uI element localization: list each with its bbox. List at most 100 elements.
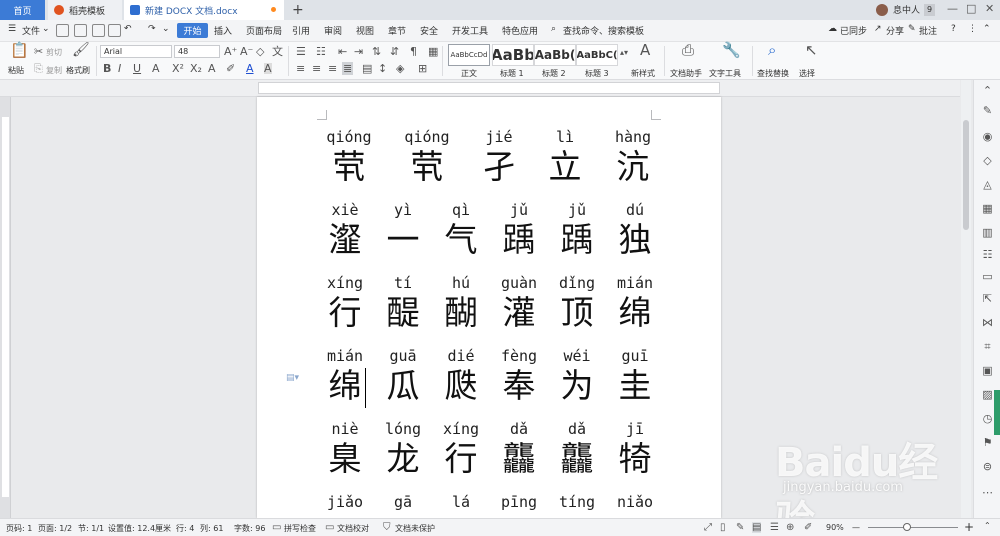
flag-icon[interactable]: ⚑ [981, 436, 994, 449]
text-effect-icon[interactable]: A [208, 63, 216, 74]
hide-icon[interactable]: ⊜ [981, 460, 994, 473]
spell-check-button[interactable]: 拼写检查 [284, 523, 316, 534]
pinyin-guide-icon[interactable]: 文 [272, 46, 283, 57]
file-dropdown-icon[interactable]: ⌄ [42, 24, 50, 34]
increase-indent-icon[interactable]: ⇥ [354, 46, 363, 57]
tab-document[interactable]: 新建 DOCX 文档.docx [124, 0, 284, 20]
close-button[interactable]: ✕ [985, 2, 994, 15]
undo-icon[interactable]: ↶ [124, 24, 132, 34]
shrink-font-icon[interactable]: A⁻ [240, 46, 253, 57]
menu-page-layout[interactable]: 页面布局 [246, 24, 282, 37]
menu-security[interactable]: 安全 [420, 24, 438, 37]
doc-proof-button[interactable]: 文档校对 [337, 523, 369, 534]
fullscreen-icon[interactable]: ⤢ [704, 522, 712, 533]
new-style-button[interactable]: 新样式 [631, 68, 655, 79]
horizontal-ruler[interactable] [0, 80, 960, 97]
more-icon[interactable]: ⋮ [968, 24, 977, 34]
menu-developer[interactable]: 开发工具 [452, 24, 488, 37]
scroll-thumb[interactable] [963, 120, 969, 230]
collapse-ribbon-icon[interactable]: ⌃ [983, 24, 991, 34]
format-painter-button[interactable]: 格式刷 [66, 65, 90, 76]
font-size-select[interactable]: 48 [174, 45, 220, 58]
pinyin-cell[interactable]: wéi 为 [547, 346, 607, 406]
style-normal[interactable]: AaBbCcDd [448, 44, 490, 66]
user-account[interactable]: 息中人 [876, 3, 920, 16]
grow-font-icon[interactable]: A⁺ [224, 46, 237, 57]
open-folder-icon[interactable] [74, 24, 87, 37]
pinyin-cell[interactable]: dǎ 龘 [489, 419, 549, 479]
status-line[interactable]: 行: 4 [176, 523, 194, 534]
pinyin-cell[interactable]: jǔ 踽 [547, 200, 607, 260]
doc-helper-icon[interactable]: ⎙ [682, 43, 694, 58]
shield-icon[interactable]: ⛉ [383, 522, 391, 533]
sidebar-more-icon[interactable]: ⋯ [981, 486, 994, 499]
document-icon[interactable]: ▭ [981, 270, 994, 283]
document-page[interactable]: qióng 茕 qióng 茕 jié 孑 lì 立 hàng 沆 xiè 瀣 yì 一 qì 气 jǔ 踽 jǔ 踽… [257, 97, 721, 518]
pinyin-cell[interactable]: yì 一 [373, 200, 433, 260]
new-tab-button[interactable]: + [292, 2, 304, 18]
quick-access-dropdown-icon[interactable]: ⌄ [162, 24, 170, 34]
pinyin-cell[interactable]: qióng 茕 [319, 127, 379, 187]
pinyin-cell[interactable]: xiè 瀣 [315, 200, 375, 260]
find-replace-button[interactable]: 查找替换 [757, 68, 789, 79]
vertical-ruler[interactable] [0, 97, 11, 518]
line-spacing-icon[interactable]: ↕ [378, 63, 387, 74]
select-cursor-icon[interactable]: ↖ [805, 43, 818, 58]
sidebar-collapse-icon[interactable]: ⌃ [981, 84, 994, 97]
clear-format-icon[interactable]: ◇ [256, 46, 264, 57]
table-border-icon[interactable]: ▦ [428, 46, 438, 57]
menu-file[interactable]: 文件 [22, 24, 40, 37]
status-page-num[interactable]: 页码: 1 [6, 523, 32, 534]
chinese-layout-icon[interactable]: ⇅ [372, 46, 381, 57]
tab-home[interactable]: 首页 [0, 0, 45, 20]
char-shading-icon[interactable]: A [264, 63, 272, 74]
tab-template[interactable]: 稻壳模板 [48, 0, 122, 20]
text-tools-button[interactable]: 文字工具 [709, 68, 741, 79]
read-mode-icon[interactable]: ▯ [720, 522, 726, 533]
text-tools-icon[interactable]: 🔧 [722, 43, 741, 58]
copy-icon[interactable]: ⎘ [34, 63, 43, 74]
web-view-icon[interactable]: ⊕ [786, 522, 794, 533]
preview-icon[interactable] [108, 24, 121, 37]
cut-button[interactable]: 剪切 [46, 47, 62, 58]
maximize-button[interactable]: □ [966, 2, 976, 15]
sidebar-extension-tab[interactable] [994, 390, 1000, 435]
pinyin-cell[interactable]: xíng 行 [431, 419, 491, 479]
find-replace-icon[interactable]: ⌕ [768, 43, 776, 58]
menu-special[interactable]: 特色应用 [502, 24, 538, 37]
style-heading2[interactable]: AaBb( [534, 44, 576, 66]
new-style-icon[interactable]: A [640, 43, 650, 58]
pinyin-cell[interactable]: hú 醐 [431, 273, 491, 333]
new-file-icon[interactable] [56, 24, 69, 37]
zoom-slider[interactable] [868, 527, 958, 528]
pinyin-cell[interactable]: tí 醍 [373, 273, 433, 333]
status-column[interactable]: 列: 61 [200, 523, 223, 534]
justify-icon[interactable]: ≣ [342, 62, 354, 75]
minimize-button[interactable]: — [947, 2, 958, 15]
shapes-icon[interactable]: ◇ [981, 154, 994, 167]
pinyin-cell[interactable]: dǎ 龘 [547, 419, 607, 479]
style-heading1[interactable]: AaBb [492, 44, 534, 66]
styles-scroll-icon[interactable]: ▴▾ [620, 47, 628, 58]
pinyin-cell[interactable]: jǔ 踽 [489, 200, 549, 260]
pinyin-cell[interactable]: jī 犄 [605, 419, 665, 479]
menu-review[interactable]: 审阅 [324, 24, 342, 37]
italic-icon[interactable]: I [118, 63, 121, 74]
menu-insert[interactable]: 插入 [214, 24, 232, 37]
menu-references[interactable]: 引用 [292, 24, 310, 37]
doc-proof-icon[interactable]: ▭ [325, 522, 334, 533]
pinyin-cell[interactable]: guī 圭 [605, 346, 665, 406]
superscript-icon[interactable]: X² [172, 63, 184, 74]
pinyin-cell[interactable]: lì 立 [535, 127, 595, 187]
pinyin-cell[interactable]: qióng 茕 [397, 127, 457, 187]
edit-mode-icon[interactable]: ✎ [736, 522, 744, 533]
frame-icon[interactable]: ▣ [981, 364, 994, 377]
comment-icon[interactable]: ✎ [908, 24, 916, 34]
show-marks-icon[interactable]: ¶ [410, 46, 417, 57]
page-view-icon[interactable]: ▤ [752, 522, 762, 533]
share-icon[interactable]: ↗ [874, 24, 882, 34]
align-center-icon[interactable]: ≡ [312, 63, 321, 74]
pinyin-cell[interactable]: qì 气 [431, 200, 491, 260]
numbered-list-icon[interactable]: ☷ [316, 46, 326, 57]
pinyin-cell[interactable]: dú 独 [605, 200, 665, 260]
